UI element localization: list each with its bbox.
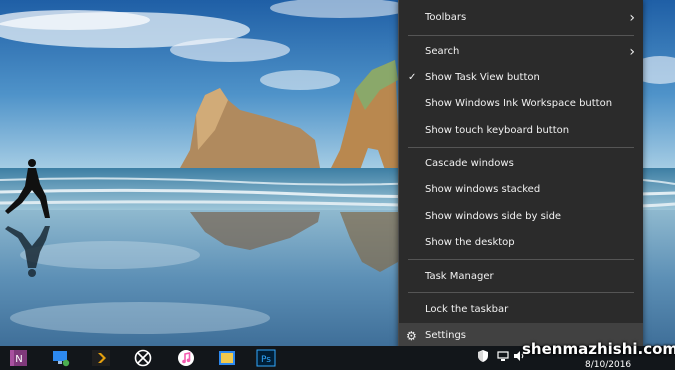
onenote-icon[interactable]: N [9, 349, 29, 367]
menu-item-label: Cascade windows [425, 158, 514, 169]
menu-item-label: Search [425, 46, 460, 57]
app-window-icon[interactable] [217, 349, 237, 367]
checkmark-icon: ✓ [408, 72, 417, 83]
shield-icon[interactable] [476, 349, 490, 363]
menu-item-show-windows-stacked[interactable]: Show windows stacked [399, 177, 643, 203]
menu-separator [408, 147, 634, 148]
menu-item-search[interactable]: Search › [399, 39, 643, 65]
itunes-icon[interactable] [176, 349, 196, 367]
menu-item-show-the-desktop[interactable]: Show the desktop [399, 230, 643, 256]
menu-item-cascade-windows[interactable]: Cascade windows [399, 151, 643, 177]
xbox-icon[interactable] [133, 349, 153, 367]
menu-item-toolbars[interactable]: Toolbars › [399, 5, 643, 31]
menu-item-label: Toolbars [425, 12, 467, 23]
taskbar-clock-date[interactable]: 8/10/2016 [585, 360, 631, 370]
menu-item-label: Show the desktop [425, 237, 515, 248]
menu-item-show-windows-ink-workspace-button[interactable]: Show Windows Ink Workspace button [399, 91, 643, 117]
menu-item-label: Task Manager [425, 271, 494, 282]
menu-item-label: Show Windows Ink Workspace button [425, 98, 613, 109]
menu-item-label: Lock the taskbar [425, 304, 509, 315]
photoshop-icon-label: Ps [261, 355, 271, 365]
menu-item-label: Show windows stacked [425, 184, 541, 195]
menu-item-label: Show windows side by side [425, 211, 562, 222]
menu-separator [408, 292, 634, 293]
plex-icon[interactable] [91, 349, 111, 367]
menu-item-show-windows-side-by-side[interactable]: Show windows side by side [399, 204, 643, 230]
menu-item-task-manager[interactable]: Task Manager [399, 264, 643, 290]
menu-item-show-touch-keyboard-button[interactable]: Show touch keyboard button [399, 118, 643, 144]
chevron-right-icon: › [629, 44, 635, 60]
watermark: shenmazhishi.com [522, 340, 675, 358]
menu-separator [408, 35, 634, 36]
menu-separator [408, 259, 634, 260]
menu-item-lock-the-taskbar[interactable]: Lock the taskbar [399, 297, 643, 323]
network-icon[interactable] [496, 349, 510, 363]
menu-item-label: Show touch keyboard button [425, 125, 570, 136]
menu-item-label: Show Task View button [425, 72, 540, 83]
menu-item-show-task-view-button[interactable]: ✓ Show Task View button [399, 65, 643, 91]
taskbar-context-menu: Toolbars › Search › ✓ Show Task View but… [398, 0, 643, 350]
network-computer-icon[interactable] [51, 349, 71, 367]
photoshop-icon[interactable]: Ps [256, 349, 276, 367]
svg-text:N: N [15, 354, 22, 365]
chevron-right-icon: › [629, 10, 635, 26]
